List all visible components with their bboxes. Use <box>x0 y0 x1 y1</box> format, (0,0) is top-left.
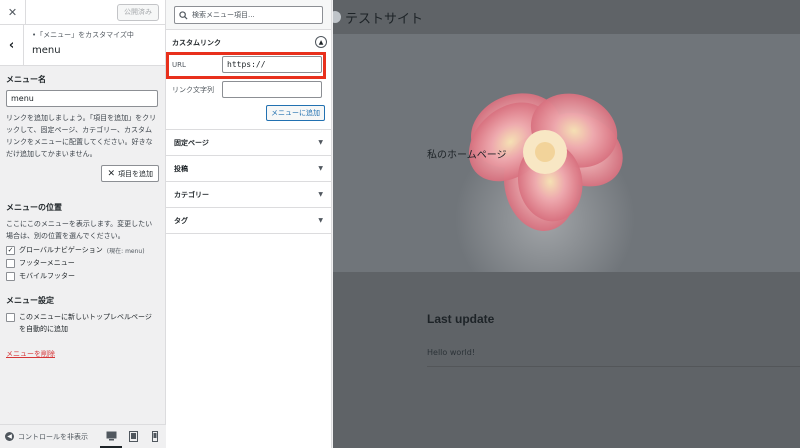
customizer-sidebar: ✕ 公開済み ‹ •「メニュー」をカスタマイズ中 menu メニュー名 リンクを… <box>0 0 166 448</box>
location-checkbox-global[interactable]: ✓ グローバルナビゲーション (現在: menu) <box>6 245 159 255</box>
auto-add-pages-checkbox[interactable]: このメニューに新しいトップレベルページ を自動的に追加 <box>6 311 159 335</box>
preview-content: Last update Hello world! <box>333 272 800 448</box>
custom-link-section: カスタムリンク ▲ URL リンク文字列 メニューに追加 <box>166 30 331 130</box>
breadcrumb: •「メニュー」をカスタマイズ中 <box>32 31 134 39</box>
add-to-menu-button[interactable]: メニューに追加 <box>266 105 325 121</box>
search-icon <box>179 10 188 20</box>
collapse-chevron-icon[interactable]: ▲ <box>315 36 327 48</box>
url-highlight-box <box>166 52 326 79</box>
section-title: menu <box>32 45 61 56</box>
location-label: フッターメニュー <box>19 259 75 267</box>
checkbox-checked-icon[interactable]: ✓ <box>6 245 15 255</box>
collapse-arrow-icon: ◀ <box>5 432 14 441</box>
accordion-label: カテゴリー <box>174 190 209 199</box>
location-note: (現在: menu) <box>106 247 145 255</box>
menu-location-desc: ここにこのメニューを表示します。変更したい場合は、別の位置を選んでください。 <box>6 220 153 240</box>
location-label: モバイルフッター <box>19 272 75 280</box>
last-update-heading: Last update <box>427 312 495 326</box>
link-text-label: リンク文字列 <box>172 85 214 94</box>
add-items-button[interactable]: ✕ 項目を追加 <box>101 165 159 182</box>
sidebar-footer: ◀ コントロールを非表示 <box>0 424 166 448</box>
preview-header: テストサイト <box>333 0 800 34</box>
location-label: グローバルナビゲーション <box>19 246 103 254</box>
menu-settings-section: メニュー設定 このメニューに新しいトップレベルページ を自動的に追加 <box>6 295 159 335</box>
menu-name-input[interactable] <box>6 90 158 107</box>
hero-title: 私のホームページ <box>427 150 507 161</box>
chevron-down-icon: ▼ <box>318 217 323 224</box>
chevron-down-icon: ▼ <box>318 139 323 146</box>
menu-description: リンクを追加しましょう。「項目を追加」をクリックして、固定ページ、カテゴリー、カ… <box>6 114 157 158</box>
hide-controls-label: コントロールを非表示 <box>18 432 88 441</box>
site-logo[interactable] <box>333 11 341 23</box>
divider <box>427 366 800 367</box>
auto-add-line1: このメニューに新しいトップレベルページ <box>19 313 152 321</box>
search-placeholder: 検索メニュー項目... <box>192 11 255 19</box>
accordion-posts[interactable]: 投稿 ▼ <box>166 156 331 182</box>
menu-item-search-input[interactable]: 検索メニュー項目... <box>174 6 323 24</box>
auto-add-line2: を自動的に追加 <box>19 325 68 333</box>
chevron-down-icon: ▼ <box>318 191 323 198</box>
chevron-down-icon: ▼ <box>318 165 323 172</box>
accordion-categories[interactable]: カテゴリー ▼ <box>166 182 331 208</box>
section-header: ‹ •「メニュー」をカスタマイズ中 menu <box>0 25 165 66</box>
mobile-preview-icon[interactable] <box>144 425 166 448</box>
close-icon: ✕ <box>107 168 115 179</box>
menu-name-label: メニュー名 <box>6 75 46 84</box>
location-checkbox-mobile-footer[interactable]: モバイルフッター <box>6 271 159 281</box>
link-text-input[interactable] <box>222 81 322 98</box>
checkbox-icon[interactable] <box>6 258 15 268</box>
accordion-label: タグ <box>174 216 188 225</box>
close-icon[interactable]: ✕ <box>0 0 26 25</box>
accordion-label: 固定ページ <box>174 138 209 147</box>
publish-button[interactable]: 公開済み <box>117 4 159 21</box>
post-link[interactable]: Hello world! <box>427 348 475 357</box>
add-items-label: 項目を追加 <box>118 169 153 178</box>
delete-menu-link[interactable]: メニューを削除 <box>6 349 55 359</box>
menu-location-section: メニューの位置 ここにこのメニューを表示します。変更したい場合は、別の位置を選ん… <box>6 202 159 281</box>
site-preview: テストサイト 私のホームページ Last update Hello world! <box>333 0 800 448</box>
custom-link-title: カスタムリンク <box>172 39 221 47</box>
location-checkbox-footer[interactable]: フッターメニュー <box>6 258 159 268</box>
tablet-preview-icon[interactable] <box>122 425 144 448</box>
hero-section: 私のホームページ <box>333 34 800 272</box>
accordion-pages[interactable]: 固定ページ ▼ <box>166 130 331 156</box>
menu-settings-title: メニュー設定 <box>6 296 54 305</box>
site-title[interactable]: テストサイト <box>345 8 423 27</box>
back-arrow-icon[interactable]: ‹ <box>0 25 24 66</box>
sidebar-top-bar: ✕ 公開済み <box>0 0 165 25</box>
checkbox-icon[interactable] <box>6 313 15 322</box>
accordion-tags[interactable]: タグ ▼ <box>166 208 331 234</box>
desktop-preview-icon[interactable] <box>100 425 122 448</box>
menu-location-title: メニューの位置 <box>6 203 62 212</box>
flower-image <box>455 93 635 272</box>
hide-controls-button[interactable]: ◀ コントロールを非表示 <box>0 432 100 442</box>
checkbox-icon[interactable] <box>6 271 15 281</box>
accordion-label: 投稿 <box>174 164 188 173</box>
